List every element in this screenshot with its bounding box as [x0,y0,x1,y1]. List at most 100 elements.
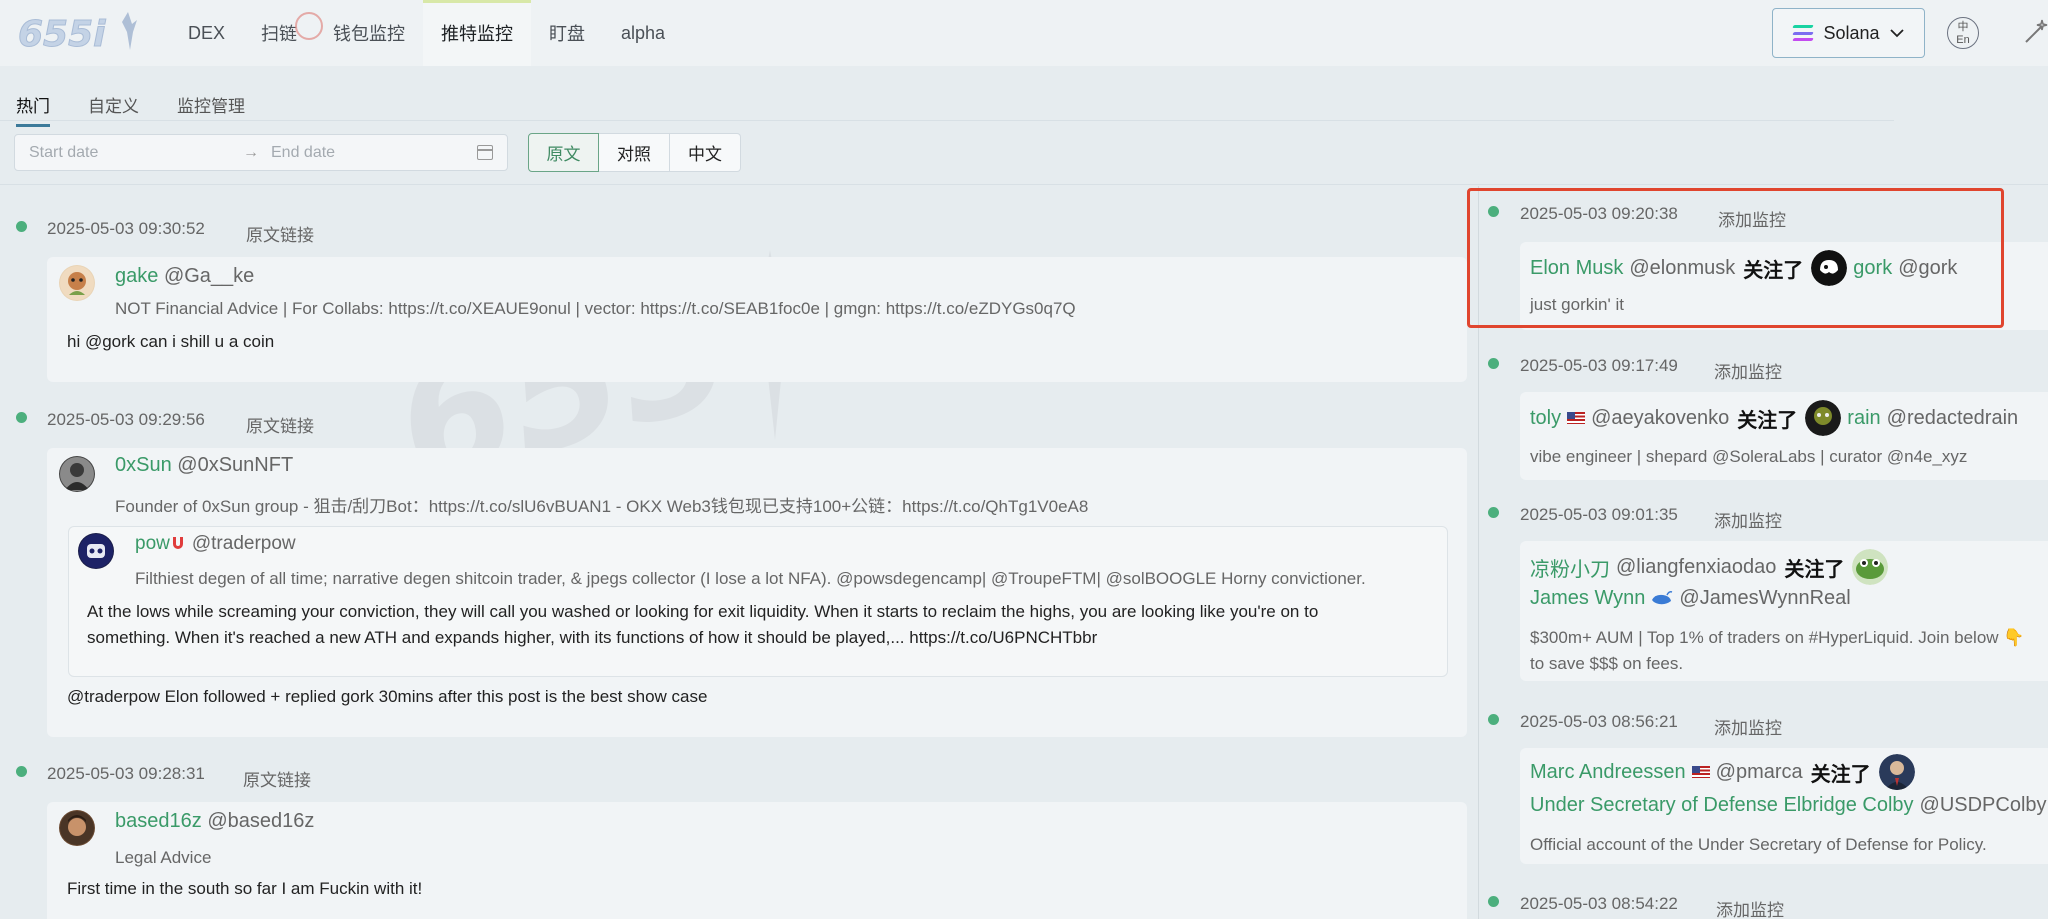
follow-event-item: 2025-05-03 08:56:21 添加监控 Marc Andreessen… [1478,710,2048,890]
add-monitor-link[interactable]: 添加监控 [1714,358,1782,383]
follow-target-line: James Wynn @JamesWynnReal [1530,587,1851,610]
follow-line: Marc Andreessen @pmarca 关注了 [1530,754,1915,790]
user-name: 0xSun [115,454,172,476]
user-bio: Founder of 0xSun group - 狙击/刮刀Bot：https:… [115,497,1089,516]
timeline-dot [1488,358,1499,369]
timeline-dot [1488,206,1499,217]
mode-compare-button[interactable]: 对照 [599,133,670,172]
tab-monitor-manage[interactable]: 监控管理 [177,92,245,123]
timeline-dot [16,766,27,777]
quoted-text-line-1: At the lows while screaming your convict… [87,602,1319,621]
follow-line: toly @aeyakovenko 关注了 rain @redactedrain [1530,400,2018,436]
follower-handle: @elonmusk [1629,256,1736,279]
avatar[interactable] [59,810,95,846]
follow-time: 2025-05-03 08:54:22 [1520,894,1678,913]
quoted-tweet[interactable]: pow @traderpow Filthiest degen of all tim… [68,526,1448,677]
original-link[interactable]: 原文链接 [246,221,314,246]
follower-name[interactable]: Marc Andreessen [1530,761,1686,784]
follower-name[interactable]: toly [1530,407,1561,430]
translation-mode-toggle: 原文 对照 中文 [528,133,741,172]
add-monitor-link[interactable]: 添加监控 [1716,896,1784,919]
original-link[interactable]: 原文链接 [243,766,311,791]
follower-name[interactable]: 凉粉小刀 [1530,553,1610,582]
tweet-time: 2025-05-03 09:28:31 [47,764,205,783]
theme-wand-icon[interactable] [2022,16,2048,46]
avatar[interactable] [1811,250,1848,286]
user-name-line[interactable]: gake @Ga__ke [115,265,254,288]
mode-chinese-button[interactable]: 中文 [670,133,741,172]
follower-handle: @pmarca [1715,760,1803,783]
user-handle: @0xSunNFT [177,454,294,476]
chain-selector[interactable]: Solana [1772,8,1925,58]
nav-scan[interactable]: 扫链 [243,0,324,66]
user-name: gake [115,265,159,287]
tweet-item: 2025-05-03 09:30:52 原文链接 gake @Ga__ke NO… [0,215,1470,385]
nav-twitter-monitor-label: 推特监控 [441,24,514,44]
range-arrow-icon: → [243,143,259,161]
user-name-line[interactable]: based16z @based16z [115,810,314,833]
target-name[interactable]: James Wynn [1530,587,1645,610]
nav-wallet-monitor-label: 钱包监控 [333,24,406,44]
nav-dex[interactable]: DEX [170,0,243,66]
original-link[interactable]: 原文链接 [246,412,314,437]
nav-watch[interactable]: 盯盘 [531,0,603,66]
follower-name[interactable]: Elon Musk [1530,257,1623,280]
brand-logo[interactable]: 655i [16,10,138,56]
logo-mark: 655i [18,12,137,56]
follow-line: Elon Musk @elonmusk 关注了 gork @gork [1530,250,1957,286]
follow-card: 凉粉小刀 @liangfenxiaodao 关注了 James Wynn @Ja… [1520,541,2048,681]
top-navbar: 655i DEX 扫链 钱包监控 推特监控 盯盘 alpha Solana 中 … [0,0,2048,66]
user-name-line[interactable]: 0xSun @0xSunNFT [115,454,293,477]
target-name[interactable]: rain [1847,407,1880,430]
add-monitor-link[interactable]: 添加监控 [1714,714,1782,739]
avatar[interactable] [59,265,95,301]
nav-wallet-monitor[interactable]: 钱包监控 [315,0,423,66]
tweet-card: based16z @based16z Legal Advice First ti… [47,802,1467,919]
timeline-dot [1488,507,1499,518]
avatar[interactable] [78,533,114,569]
calendar-icon[interactable] [477,145,493,160]
mode-original-button[interactable]: 原文 [528,133,599,172]
timeline-dot [16,412,27,423]
date-range-picker[interactable]: Start date → End date [14,134,508,171]
nav-twitter-monitor[interactable]: 推特监控 [423,0,532,66]
user-bio: Filthiest degen of all time; narrative d… [135,569,1366,588]
whale-icon [1652,590,1673,604]
target-bio: vibe engineer | shepard @SoleraLabs | cu… [1530,447,1968,466]
svg-text:655i: 655i [18,14,106,55]
language-toggle-icon[interactable]: 中 En [1947,17,1979,49]
add-monitor-link[interactable]: 添加监控 [1718,206,1786,231]
target-name[interactable]: gork [1853,257,1892,280]
target-bio: Official account of the Under Secretary … [1530,835,1987,854]
user-handle: @Ga__ke [163,265,255,287]
tweet-text: @traderpow Elon followed + replied gork … [67,687,708,706]
followed-verb: 关注了 [1737,409,1798,432]
avatar[interactable] [1852,549,1889,585]
filter-divider [0,184,2048,185]
follow-target-line: Under Secretary of Defense Elbridge Colb… [1530,794,2047,817]
follow-card: Marc Andreessen @pmarca 关注了 Under Secret… [1520,748,2048,864]
add-monitor-link[interactable]: 添加监控 [1714,507,1782,532]
us-flag-icon [1691,766,1710,778]
main-nav: DEX 扫链 钱包监控 推特监控 盯盘 alpha [170,0,683,66]
user-handle: @based16z [207,810,315,832]
follow-event-item: 2025-05-03 08:54:22 添加监控 [1478,892,2048,919]
avatar[interactable] [59,456,95,492]
tab-hot[interactable]: 热门 [16,92,50,127]
nav-alpha[interactable]: alpha [603,0,683,66]
followed-verb: 关注了 [1784,558,1845,581]
target-name[interactable]: Under Secretary of Defense Elbridge Colb… [1530,794,1914,817]
tab-custom[interactable]: 自定义 [88,92,139,123]
avatar[interactable] [1805,400,1842,436]
end-date-input[interactable]: End date [271,144,335,162]
follower-handle: @liangfenxiaodao [1616,555,1777,578]
tweet-item: 2025-05-03 09:29:56 原文链接 0xSun @0xSunNFT… [0,406,1470,737]
user-name-line[interactable]: pow @traderpow [135,533,296,555]
start-date-input[interactable]: Start date [29,144,98,162]
avatar[interactable] [1878,754,1915,790]
target-handle: @JamesWynnReal [1679,587,1851,609]
tweet-time: 2025-05-03 09:30:52 [47,219,205,238]
follow-event-item: 2025-05-03 09:20:38 添加监控 Elon Musk @elon… [1478,200,2048,330]
nav-watch-label: 盯盘 [549,24,586,44]
chain-selector-label: Solana [1823,22,1880,43]
